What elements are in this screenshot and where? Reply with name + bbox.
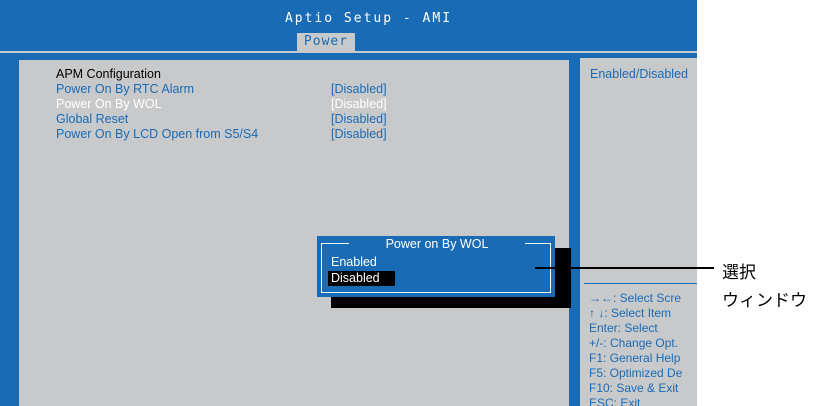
tab-power[interactable]: Power bbox=[297, 33, 355, 51]
setting-value-global-reset[interactable]: [Disabled] bbox=[331, 112, 387, 126]
setting-value-lcd-open[interactable]: [Disabled] bbox=[331, 127, 387, 141]
setting-value-wol[interactable]: [Disabled] bbox=[331, 97, 387, 111]
setting-label-lcd-open[interactable]: Power On By LCD Open from S5/S4 bbox=[56, 127, 258, 141]
help-key-save-exit: F10: Save & Exit bbox=[589, 381, 679, 395]
callout-line bbox=[535, 267, 714, 269]
help-description: Enabled/Disabled bbox=[590, 67, 688, 81]
callout-label-line1: 選択 bbox=[722, 263, 756, 283]
help-key-esc-exit: ESC: Exit bbox=[589, 396, 641, 406]
window-title: Aptio Setup - AMI bbox=[284, 11, 453, 26]
popup-frame-top-left bbox=[321, 243, 349, 244]
help-key-enter: Enter: Select bbox=[589, 321, 658, 335]
popup-title: Power on By WOL bbox=[385, 237, 489, 251]
section-title: APM Configuration bbox=[56, 67, 161, 81]
setting-label-rtc-alarm[interactable]: Power On By RTC Alarm bbox=[56, 82, 194, 96]
help-key-select-screen: →←: Select Scre bbox=[589, 291, 682, 305]
bios-screen: Aptio Setup - AMI Power APM Configuratio… bbox=[0, 0, 697, 406]
help-key-select-item: ↑ ↓: Select Item bbox=[589, 306, 672, 320]
popup-option-enabled[interactable]: Enabled bbox=[331, 255, 377, 269]
setting-value-rtc-alarm[interactable]: [Disabled] bbox=[331, 82, 387, 96]
popup-frame-top-right bbox=[525, 243, 551, 244]
help-divider bbox=[584, 283, 697, 284]
setting-label-wol[interactable]: Power On By WOL bbox=[56, 97, 162, 111]
popup-option-disabled[interactable]: Disabled bbox=[328, 271, 395, 286]
callout-label-line2: ウィンドウ bbox=[722, 291, 807, 311]
help-key-general-help: F1: General Help bbox=[589, 351, 681, 365]
help-key-change-opt: +/-: Change Opt. bbox=[589, 336, 679, 350]
help-key-optimized-defaults: F5: Optimized De bbox=[589, 366, 683, 380]
setting-label-global-reset[interactable]: Global Reset bbox=[56, 112, 128, 126]
tab-underline bbox=[0, 51, 697, 53]
